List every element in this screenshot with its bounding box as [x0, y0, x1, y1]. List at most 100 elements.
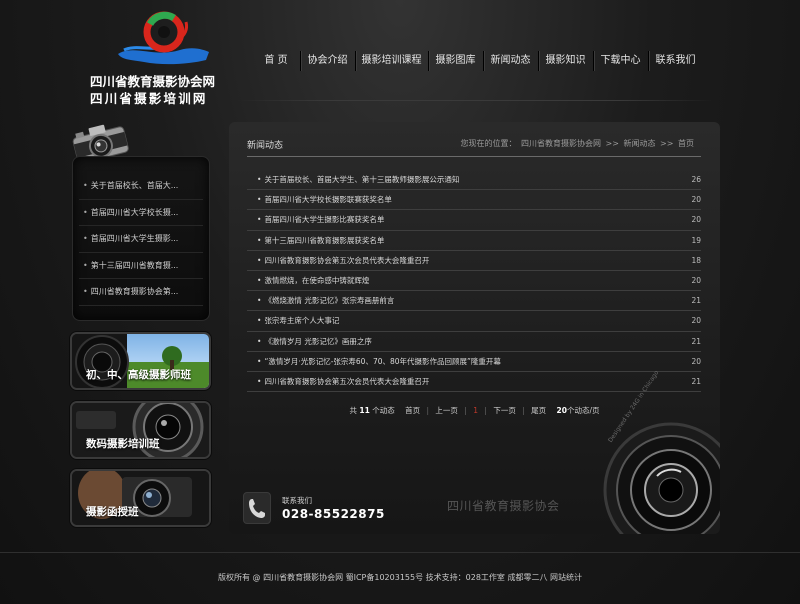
news-title-text: 第十三届四川省教育摄影展获奖名单	[264, 235, 385, 245]
news-row[interactable]: • 关于首届校长、首届大学生、第十三届教师摄影展公示通知 26	[247, 170, 701, 191]
news-title-text: 四川省教育摄影协会第五次会员代表大会隆重召开	[264, 376, 430, 386]
nav-item[interactable]: 摄影图库	[428, 48, 483, 74]
bullet-icon: •	[257, 195, 262, 205]
nav-item[interactable]: 新闻动态	[483, 48, 538, 74]
news-row[interactable]: • 首届四川省大学校长摄影联赛获奖名单 20	[247, 190, 701, 211]
banner-advanced-photographer[interactable]: 初、中、高级摄影师班	[70, 332, 211, 390]
pager-next-link[interactable]: 下一页	[493, 406, 516, 415]
bullet-icon: •	[257, 235, 262, 245]
panel-title: 新闻动态	[247, 141, 284, 151]
banner-correspondence-course[interactable]: 摄影函授班	[70, 469, 211, 527]
news-title-link[interactable]: • 首届四川省大学生摄影比赛获奖名单	[257, 210, 384, 230]
news-view-count: 20	[691, 275, 701, 285]
news-row[interactable]: • 《激情岁月 光影记忆》画册之序 21	[247, 332, 701, 352]
news-row[interactable]: • 首届四川省大学生摄影比赛获奖名单 20	[247, 210, 701, 231]
news-title-text: 四川省教育摄影协会第五次会员代表大会隆重召开	[264, 255, 430, 265]
news-view-count: 20	[691, 316, 701, 326]
banner-label: 初、中、高级摄影师班	[86, 369, 191, 381]
pager-per-page-suffix: 个动态/页	[566, 406, 600, 415]
news-view-count: 20	[691, 215, 701, 225]
footer-divider	[0, 552, 800, 553]
breadcrumb-section-link[interactable]: 新闻动态	[624, 139, 656, 148]
pager-total: 11	[359, 406, 370, 415]
breadcrumb-current: 首页	[678, 139, 694, 148]
main-nav: 首 页协会介绍 摄影培训课程 摄影图库 新闻动态 摄影知识 下载中心 联系我们	[252, 48, 703, 74]
site-logo[interactable]: 四川省教育摄影协会网 四川省摄影培训网	[86, 6, 236, 106]
sidebar-news-title: 首届四川省大学生摄影...	[90, 234, 179, 243]
news-title-link[interactable]: • “激情岁月·光影记忆-张宗寿60、70、80年代摄影作品回顾展”隆重开幕	[257, 352, 501, 372]
news-title-text: 激情燃烧，在使命感中铸就辉煌	[264, 275, 370, 285]
news-row[interactable]: • 张宗寿主席个人大事记 20	[247, 311, 701, 332]
news-row[interactable]: • 四川省教育摄影协会第五次会员代表大会隆重召开 18	[247, 251, 701, 272]
nav-divider	[238, 100, 714, 101]
sidebar-news-item[interactable]: • 首届四川省大学生摄影...	[73, 226, 209, 253]
nav-item[interactable]: 首 页	[252, 48, 300, 74]
phone-icon	[249, 499, 265, 518]
news-view-count: 20	[691, 356, 701, 366]
sidebar-news-box: • 关于首届校长、首届大... • 首届四川省大学校长摄... • 首届四川省大学生摄影.…	[72, 156, 210, 321]
pagination: 共 11 个动态 首页 | 上一页 | 1 | 下一页 | 尾页 20个动态/页	[349, 406, 600, 415]
bullet-icon: •	[83, 260, 88, 270]
nav-item[interactable]: 协会介绍	[300, 48, 355, 74]
news-title-link[interactable]: • 关于首届校长、首届大学生、第十三届教师摄影展公示通知	[257, 170, 459, 190]
contact-label: 联系我们	[282, 496, 312, 505]
news-view-count: 21	[691, 376, 701, 386]
banner-digital-photography[interactable]: 数码摄影培训班	[70, 401, 211, 459]
sidebar-news-item[interactable]: • 四川省教育摄影协会第...	[73, 279, 209, 306]
news-title-link[interactable]: • 张宗寿主席个人大事记	[257, 311, 339, 331]
news-row[interactable]: • “激情岁月·光影记忆-张宗寿60、70、80年代摄影作品回顾展”隆重开幕 20	[247, 352, 701, 373]
pager-total-prefix: 共	[349, 406, 358, 415]
pager-last-link[interactable]: 尾页	[531, 406, 546, 415]
news-title-link[interactable]: • 首届四川省大学校长摄影联赛获奖名单	[257, 190, 392, 210]
news-title-text: 《激情岁月 光影记忆》画册之序	[264, 336, 372, 346]
breadcrumb-separator: >>	[605, 139, 619, 148]
association-watermark: 四川省教育摄影协会	[447, 499, 560, 513]
bullet-icon: •	[257, 316, 262, 326]
contact-phone: 028-85522875	[282, 507, 385, 521]
pager-prev-link[interactable]: 上一页	[435, 406, 458, 415]
news-title-text: 关于首届校长、首届大学生、第十三届教师摄影展公示通知	[264, 175, 460, 184]
news-title-text: 首届四川省大学生摄影比赛获奖名单	[264, 215, 385, 225]
bullet-icon: •	[257, 296, 262, 306]
news-view-count: 18	[691, 255, 701, 265]
bullet-icon: •	[257, 376, 262, 386]
breadcrumb-home-link[interactable]: 四川省教育摄影协会网	[521, 139, 601, 148]
news-view-count: 26	[691, 175, 701, 184]
bullet-icon: •	[83, 207, 88, 217]
news-title-link[interactable]: • 第十三届四川省教育摄影展获奖名单	[257, 231, 384, 251]
sidebar-news-item[interactable]: • 第十三届四川省教育摄...	[73, 253, 209, 280]
banner-label: 摄影函授班	[86, 506, 139, 518]
sidebar-news-item[interactable]: • 关于首届校长、首届大...	[73, 173, 209, 200]
news-title-text: 张宗寿主席个人大事记	[264, 316, 340, 326]
bullet-icon: •	[257, 255, 262, 265]
news-row[interactable]: • 第十三届四川省教育摄影展获奖名单 19	[247, 231, 701, 251]
breadcrumb-prefix: 您现在的位置：	[460, 139, 517, 148]
bullet-icon: •	[257, 356, 262, 366]
header: 四川省教育摄影协会网 四川省摄影培训网 首 页协会介绍 摄影培训课程 摄影图库 新闻动…	[0, 0, 800, 120]
site-name-line2: 四川省摄影培训网	[90, 91, 208, 106]
logo-mark-icon	[118, 11, 209, 65]
pager-current-page[interactable]: 1	[473, 406, 478, 415]
nav-item[interactable]: 摄影知识	[538, 48, 593, 74]
nav-item[interactable]: 下载中心	[593, 48, 648, 74]
nav-item[interactable]: 联系我们	[648, 48, 703, 74]
camera-lens-icon	[603, 422, 720, 534]
news-title-link[interactable]: • 激情燃烧，在使命感中铸就辉煌	[257, 271, 369, 291]
news-row[interactable]: • 四川省教育摄影协会第五次会员代表大会隆重召开 21	[247, 372, 701, 393]
nav-item[interactable]: 摄影培训课程	[355, 48, 428, 74]
bullet-icon: •	[257, 336, 262, 346]
news-title-link[interactable]: • 《燃烧激情 光影记忆》张宗寿画册前言	[257, 291, 394, 311]
sidebar-news-title: 关于首届校长、首届大...	[90, 181, 179, 190]
bullet-icon: •	[83, 287, 88, 296]
news-title-link[interactable]: • 四川省教育摄影协会第五次会员代表大会隆重召开	[257, 251, 429, 271]
sidebar-news-item[interactable]: • 首届四川省大学校长摄...	[73, 200, 209, 227]
news-title-text: “激情岁月·光影记忆-张宗寿60、70、80年代摄影作品回顾展”隆重开幕	[264, 356, 501, 366]
pager-first-link[interactable]: 首页	[405, 406, 420, 415]
news-view-count: 21	[691, 336, 701, 346]
news-panel: 新闻动态 您现在的位置： 四川省教育摄影协会网 >> 新闻动态 >> 首页 • 关…	[229, 122, 720, 534]
news-view-count: 21	[691, 296, 701, 306]
news-row[interactable]: • 激情燃烧，在使命感中铸就辉煌 20	[247, 271, 701, 292]
news-row[interactable]: • 《燃烧激情 光影记忆》张宗寿画册前言 21	[247, 291, 701, 312]
news-title-link[interactable]: • 四川省教育摄影协会第五次会员代表大会隆重召开	[257, 372, 429, 392]
news-title-link[interactable]: • 《激情岁月 光影记忆》画册之序	[257, 332, 372, 352]
